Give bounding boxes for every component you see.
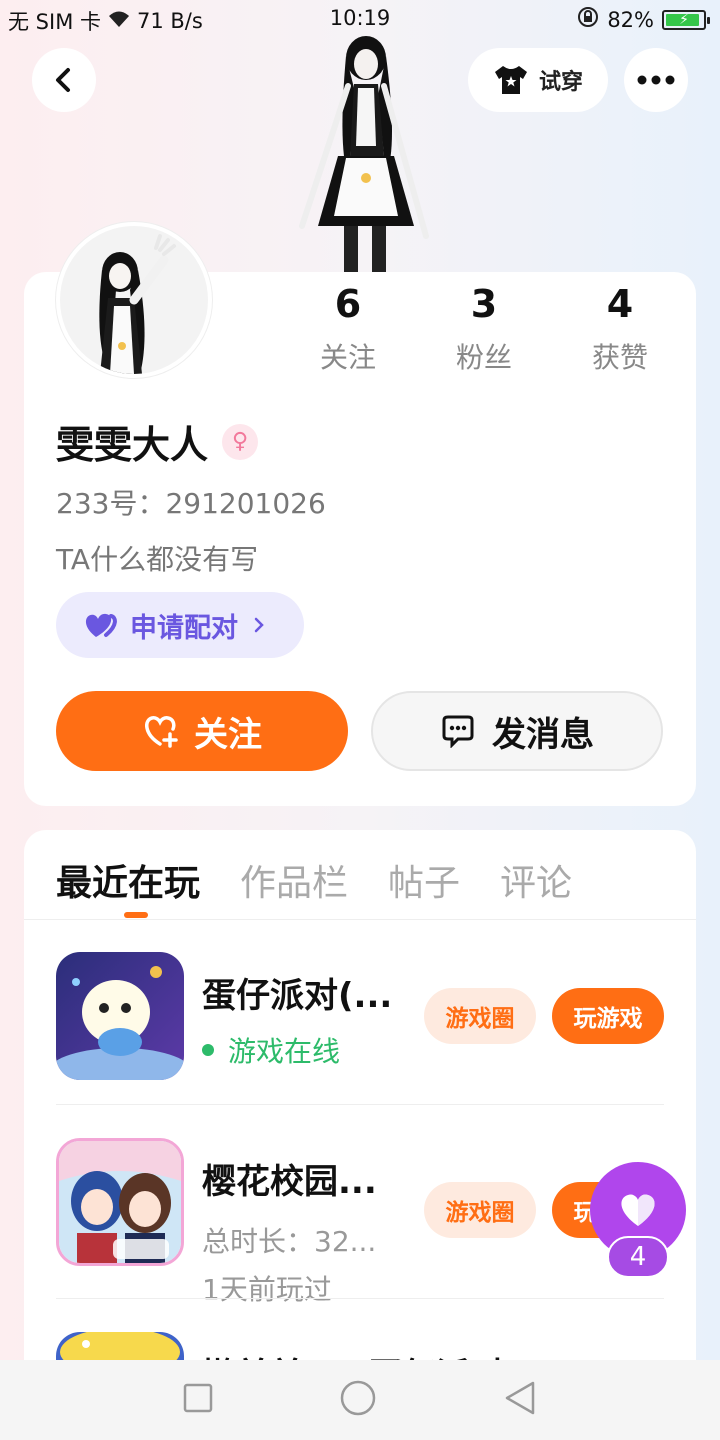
- back-arrow-icon: [56, 68, 70, 92]
- total-playtime: 总时长：32...: [202, 1225, 377, 1258]
- heart-icon: [621, 1194, 655, 1226]
- bio: TA什么都没有写: [56, 543, 259, 576]
- game-name: 樱花校园...: [202, 1162, 377, 1202]
- follow-button[interactable]: 关注: [56, 691, 348, 771]
- follow-label: 关注: [194, 714, 262, 755]
- stat-number: 3: [470, 282, 498, 326]
- chevron-right-icon: [254, 617, 264, 633]
- shirt-icon: [494, 66, 527, 94]
- profile-stats: 6 关注 3 粉丝 4 获赞: [280, 282, 690, 376]
- system-nav-bar: [0, 1360, 720, 1440]
- avatar-character-figure[interactable]: [288, 36, 434, 272]
- request-pair-button[interactable]: 申请配对: [56, 592, 304, 658]
- tab-recently-played[interactable]: 最近在玩: [56, 854, 200, 906]
- tab-comments[interactable]: 评论: [500, 854, 572, 906]
- game-row[interactable]: 蛋仔派对(... 游戏在线 游戏圈 玩游戏: [56, 952, 664, 1082]
- triangle-back-icon: [505, 1381, 535, 1415]
- activity-card: 最近在玩 作品栏 帖子 评论 蛋仔派对(... 游戏在线 游戏圈 玩游戏 樱花校…: [24, 830, 696, 1440]
- stat-number: 4: [606, 282, 634, 326]
- online-status: 游戏在线: [202, 1030, 398, 1070]
- stat-followers[interactable]: 3 粉丝: [416, 282, 552, 376]
- name-row: 雯雯大人 ♀: [56, 414, 259, 469]
- circle-icon: [340, 1380, 376, 1416]
- clock: 10:19: [329, 6, 391, 30]
- pair-label: 申请配对: [130, 612, 238, 644]
- game-circle-button[interactable]: 游戏圈: [424, 1182, 536, 1238]
- battery-icon: ⚡: [662, 9, 710, 30]
- recent-apps-button[interactable]: [183, 1383, 213, 1417]
- divider: [24, 919, 696, 920]
- online-dot-icon: [202, 1044, 214, 1056]
- tab-works[interactable]: 作品栏: [240, 854, 348, 906]
- message-label: 发消息: [492, 714, 594, 755]
- home-button[interactable]: [339, 1379, 377, 1421]
- heart-plus-icon: [145, 716, 178, 748]
- play-game-button[interactable]: 玩游戏: [552, 988, 664, 1044]
- status-bar: 无 SIM 卡 71 B/s 10:19 82% ⚡: [0, 0, 720, 38]
- stat-label: 关注: [319, 341, 376, 374]
- active-tab-indicator: [124, 912, 148, 918]
- tab-bar: 最近在玩 作品栏 帖子 评论: [56, 854, 572, 906]
- divider: [56, 1298, 664, 1299]
- female-gender-icon: ♀: [222, 423, 259, 460]
- more-dots-icon: [637, 75, 675, 85]
- game-icon-eggy-party[interactable]: [56, 952, 184, 1080]
- back-nav-button[interactable]: [503, 1380, 537, 1420]
- try-on-button[interactable]: 试穿: [468, 48, 608, 112]
- stat-likes[interactable]: 4 获赞: [552, 282, 688, 376]
- nickname: 雯雯大人: [56, 423, 209, 467]
- back-button[interactable]: [32, 48, 96, 112]
- send-message-button[interactable]: 发消息: [371, 691, 663, 771]
- avatar[interactable]: [56, 222, 212, 378]
- double-heart-icon: [85, 613, 117, 637]
- try-on-label: 试穿: [538, 70, 583, 95]
- game-circle-button[interactable]: 游戏圈: [424, 988, 536, 1044]
- game-icon-sakura-school[interactable]: [56, 1138, 184, 1266]
- more-button[interactable]: [624, 48, 688, 112]
- chat-bubble-icon: [442, 715, 474, 748]
- online-label: 游戏在线: [228, 1035, 341, 1068]
- tab-posts[interactable]: 帖子: [388, 854, 460, 906]
- like-count-badge: 4: [607, 1236, 669, 1278]
- square-icon: [183, 1383, 213, 1413]
- stat-label: 粉丝: [455, 341, 512, 374]
- game-row[interactable]: 樱花校园... 总时长：32... 1天前玩过 游戏圈 玩游戏: [56, 1138, 664, 1306]
- user-id: 233号：291201026: [56, 487, 326, 520]
- stat-number: 6: [334, 282, 362, 326]
- divider: [56, 1104, 664, 1105]
- game-name: 蛋仔派对(...: [202, 976, 393, 1016]
- stat-label: 获赞: [591, 341, 648, 374]
- rotation-lock-icon: [577, 6, 599, 33]
- last-played: 1天前玩过: [202, 1273, 332, 1306]
- stat-following[interactable]: 6 关注: [280, 282, 416, 376]
- battery-percent: 82%: [607, 7, 654, 32]
